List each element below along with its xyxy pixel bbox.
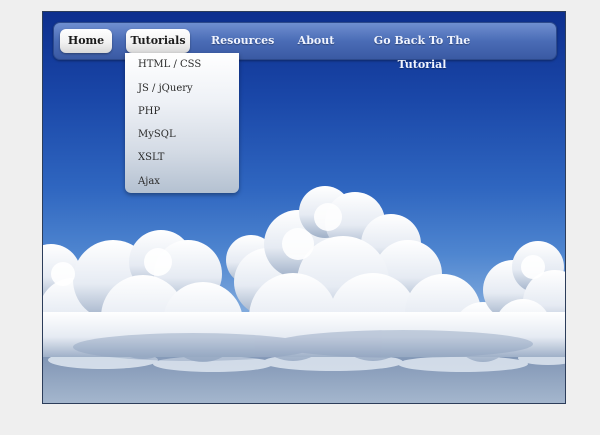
sky-background-image — [43, 186, 565, 403]
dropdown-item-ajax[interactable]: Ajax — [138, 176, 160, 187]
tutorials-dropdown-menu: HTML / CSS JS / jQuery PHP MySQL XSLT Aj… — [125, 53, 239, 193]
nav-tutorials-button[interactable]: Tutorials — [126, 29, 190, 53]
nav-home-button[interactable]: Home — [60, 29, 112, 53]
nav-about-link[interactable]: About — [294, 29, 338, 53]
nav-go-back-link[interactable]: Go Back To The Tutorial — [362, 29, 482, 71]
dropdown-item-js-jquery[interactable]: JS / jQuery — [138, 83, 193, 94]
nav-resources-link[interactable]: Resources — [211, 29, 274, 53]
dropdown-item-mysql[interactable]: MySQL — [138, 129, 176, 140]
dropdown-item-xslt[interactable]: XSLT — [138, 152, 164, 163]
dropdown-item-html-css[interactable]: HTML / CSS — [138, 59, 201, 70]
demo-frame: Home Tutorials Resources About Go Back T… — [42, 11, 566, 404]
dropdown-item-php[interactable]: PHP — [138, 106, 160, 117]
